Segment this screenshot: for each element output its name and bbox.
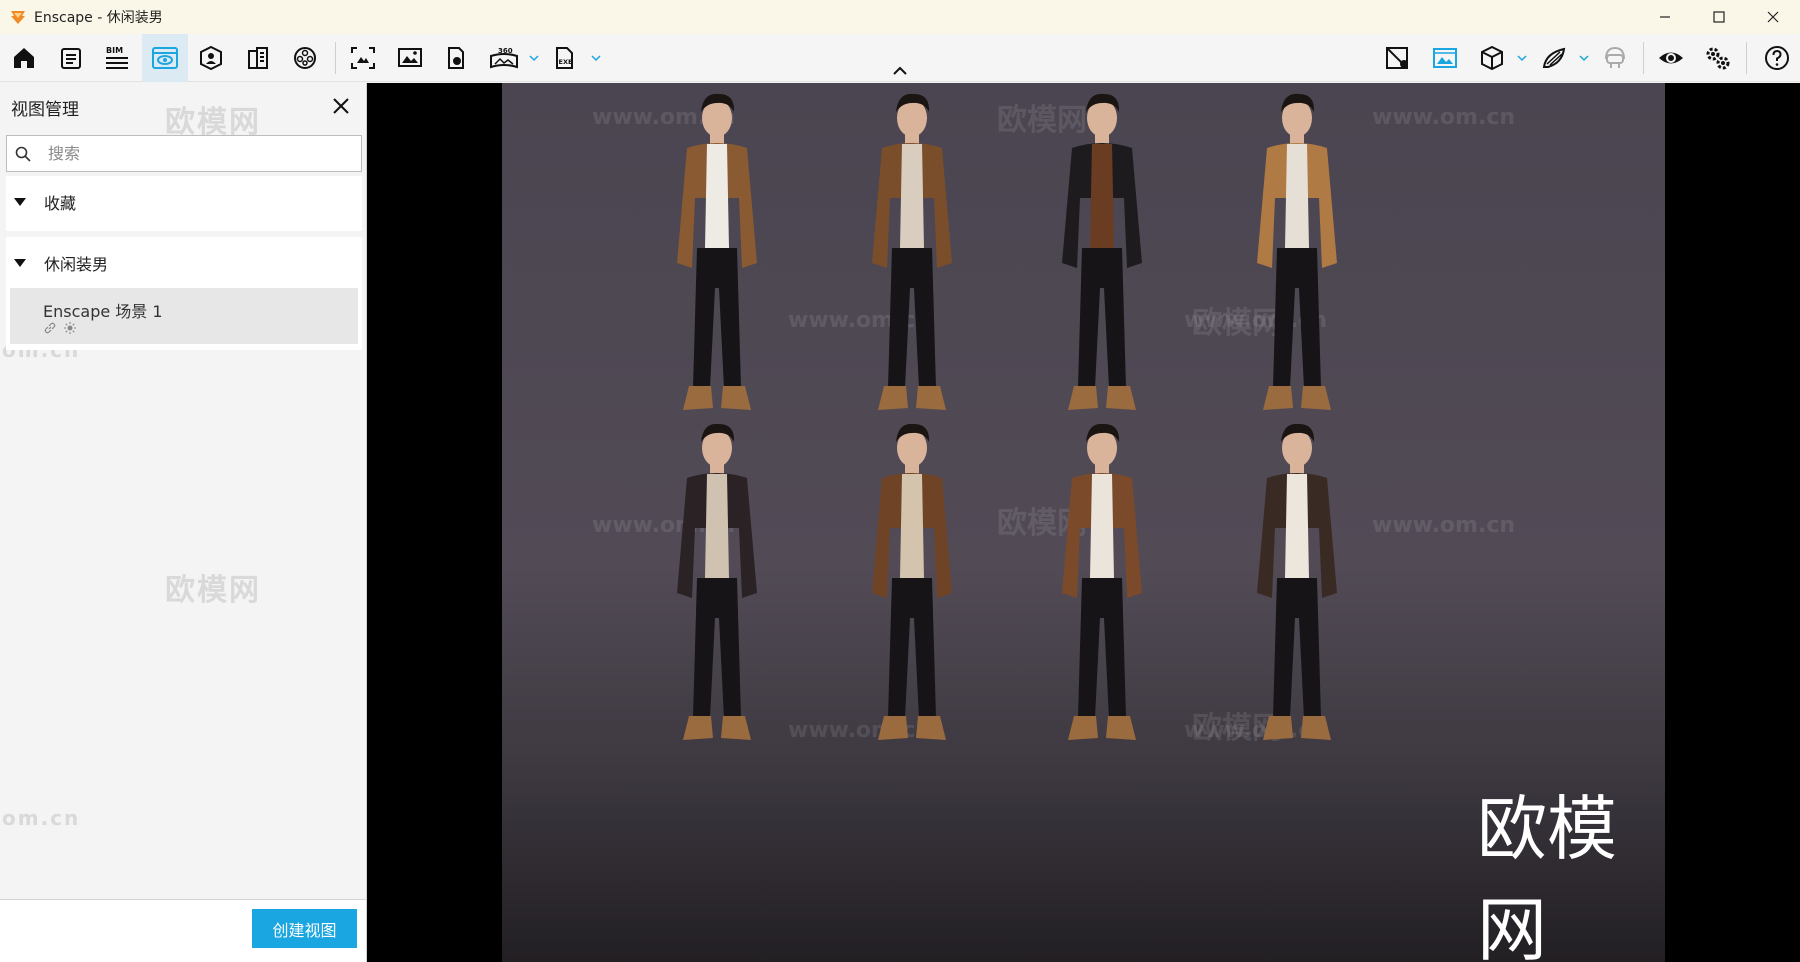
section-label: 休闲装男 [44, 255, 109, 274]
help-button[interactable] [1758, 40, 1796, 76]
model-figure [677, 93, 757, 410]
title-bar: Enscape - 休闲装男 [0, 0, 1800, 34]
section-label: 收藏 [44, 194, 77, 213]
model-figure [1062, 93, 1142, 410]
bim-icon: BIM [106, 46, 128, 69]
vr-headset-icon [1605, 46, 1625, 68]
screenshot-button[interactable] [391, 40, 429, 76]
view-name: Enscape 场景 1 [43, 302, 163, 321]
help-icon [1765, 46, 1789, 70]
search-box [6, 135, 362, 172]
chevron-down-icon[interactable] [591, 54, 601, 62]
model-figure [1062, 423, 1142, 740]
maximize-icon [1713, 11, 1725, 23]
link-icon [44, 322, 56, 334]
material-editor-icon [1542, 47, 1566, 68]
batch-render-button[interactable] [437, 40, 475, 76]
chevron-down-icon[interactable] [529, 54, 539, 62]
views-icon [152, 47, 178, 69]
enscape-logo-icon [11, 11, 25, 24]
model-figure [677, 423, 757, 740]
watermark: www.om.cn [1372, 105, 1516, 130]
visibility-button[interactable] [1652, 40, 1690, 76]
cube-button[interactable] [1473, 40, 1511, 76]
minimize-icon [1660, 16, 1670, 18]
minimize-button[interactable] [1638, 0, 1692, 34]
search-input[interactable] [48, 144, 348, 163]
svg-text:EXE: EXE [559, 58, 573, 66]
panel-footer: 创建视图 [0, 899, 366, 962]
visibility-icon [1659, 52, 1683, 64]
close-window-button[interactable] [1746, 0, 1800, 34]
panel-title: 视图管理 [11, 100, 79, 120]
home-icon [14, 48, 34, 68]
search-icon [15, 146, 31, 162]
materials-icon [1386, 47, 1408, 69]
export-exe-button[interactable]: EXE [546, 40, 584, 76]
sync-views-icon [1433, 48, 1457, 68]
material-editor-button[interactable] [1535, 40, 1573, 76]
building-icon [248, 47, 268, 69]
project-section: 休闲装男 Enscape 场景 1 [6, 237, 362, 350]
model-figure [1257, 423, 1337, 740]
report-icon [61, 48, 81, 69]
views-button[interactable] [142, 34, 188, 82]
chevron-up-icon[interactable] [892, 66, 908, 76]
batch-render-icon [448, 47, 464, 69]
export-exe-icon: EXE [556, 47, 573, 69]
video-button[interactable] [286, 40, 324, 76]
triangle-down-icon [14, 198, 26, 206]
home-button[interactable] [5, 40, 43, 76]
floor-reflection [502, 773, 1665, 962]
bim-button[interactable]: BIM [98, 40, 136, 76]
building-button[interactable] [239, 40, 277, 76]
panel-close-button[interactable] [330, 95, 352, 117]
video-icon [294, 47, 316, 69]
sun-icon [64, 322, 76, 334]
chevron-down-icon[interactable] [1579, 54, 1589, 62]
close-icon [333, 98, 349, 114]
watermark: om.cn [2, 806, 81, 830]
maximize-button[interactable] [1692, 0, 1746, 34]
screenshot-icon [398, 48, 422, 67]
triangle-down-icon [14, 259, 26, 267]
panorama-360-button[interactable]: 360 [484, 40, 524, 76]
settings-icon [1706, 47, 1730, 70]
model-figure [872, 423, 952, 740]
project-section-header[interactable]: 休闲装男 [6, 237, 362, 289]
model-figure [1257, 93, 1337, 410]
view-management-panel: 欧模网 欧模网 om.cn om.cn 视图管理 收藏 休闲装男 Enscape… [0, 83, 367, 962]
watermark: 欧模网 [165, 573, 261, 608]
sync-views-button[interactable] [1426, 40, 1464, 76]
create-view-button[interactable]: 创建视图 [252, 909, 357, 948]
render-viewport[interactable]: www.om.cn www.om.cn www.om.cn www.om.cn www.… [367, 83, 1800, 962]
favorites-section: 收藏 [6, 176, 362, 231]
capture-button[interactable] [344, 40, 382, 76]
favorites-section-header[interactable]: 收藏 [6, 176, 362, 228]
materials-button[interactable] [1379, 40, 1417, 76]
list-item-view[interactable]: Enscape 场景 1 [10, 288, 358, 344]
close-icon [1767, 11, 1779, 23]
asset-library-button[interactable] [192, 40, 230, 76]
window-title: Enscape - 休闲装男 [34, 10, 163, 26]
capture-icon [351, 47, 375, 69]
model-figure [872, 93, 952, 410]
chevron-down-icon[interactable] [1517, 54, 1527, 62]
asset-library-icon [200, 45, 222, 71]
vr-headset-button[interactable] [1596, 40, 1634, 76]
settings-button[interactable] [1699, 40, 1737, 76]
render-image: www.om.cn www.om.cn www.om.cn www.om.cn www.… [502, 83, 1665, 962]
svg-text:BIM: BIM [106, 46, 123, 55]
watermark: www.om.cn [1372, 513, 1516, 538]
report-button[interactable] [52, 40, 90, 76]
cube-icon [1481, 45, 1503, 71]
panorama-360-icon: 360 [490, 47, 518, 69]
